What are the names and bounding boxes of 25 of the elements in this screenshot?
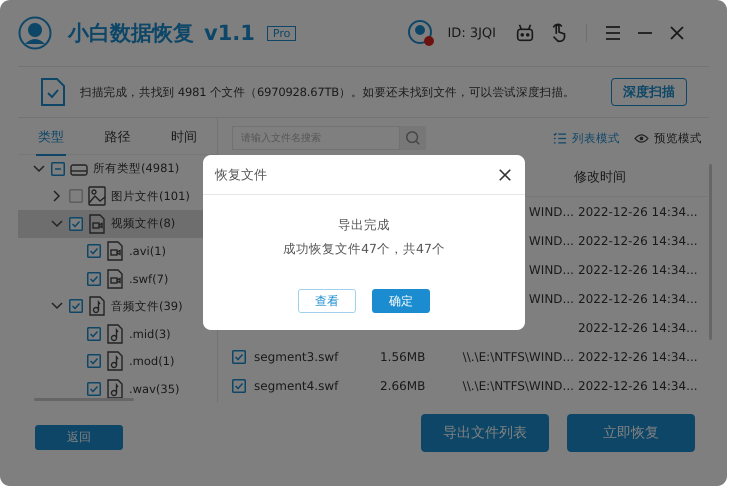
app-version: v1.1	[204, 21, 255, 45]
file-path: WIND...	[528, 204, 574, 218]
file-path: \\.\E:\NTFS\WIND...	[462, 378, 574, 392]
dialog-heading: 导出完成	[338, 217, 390, 234]
file-path: WIND...	[528, 234, 574, 248]
file-path: WIND...	[528, 262, 574, 276]
file-path: \\.\E:\NTFS\WIND...	[462, 350, 574, 364]
user-id: ID: 3JQI	[447, 26, 496, 40]
dialog-message: 成功恢复文件47个，共47个	[283, 241, 445, 258]
modified-time: 2022-12-26 14:34...	[578, 234, 698, 248]
app-title: 小白数据恢复	[68, 20, 194, 47]
scan-result-message: 扫描完成，共找到 4981 个文件（6970928.67TB）。如要还未找到文件，可以尝试深度扫描。	[80, 84, 575, 100]
dialog-title: 恢复文件	[215, 166, 267, 184]
file-name: segment4.swf	[254, 378, 338, 392]
modified-time: 2022-12-26 14:34...	[578, 350, 698, 364]
file-path: WIND...	[528, 292, 574, 306]
modified-time: 2022-12-26 14:34...	[578, 204, 698, 218]
file-size: 1.56MB	[380, 350, 426, 364]
file-size: 2.66MB	[380, 378, 426, 392]
modified-time: 2022-12-26 14:34...	[578, 378, 698, 392]
modified-time: 2022-12-26 14:34...	[578, 292, 698, 306]
modified-time: 2022-12-26 14:34...	[578, 320, 698, 334]
edition-badge: Pro	[266, 26, 296, 40]
modified-time: 2022-12-26 14:34...	[578, 262, 698, 276]
file-name: segment3.swf	[254, 350, 338, 364]
